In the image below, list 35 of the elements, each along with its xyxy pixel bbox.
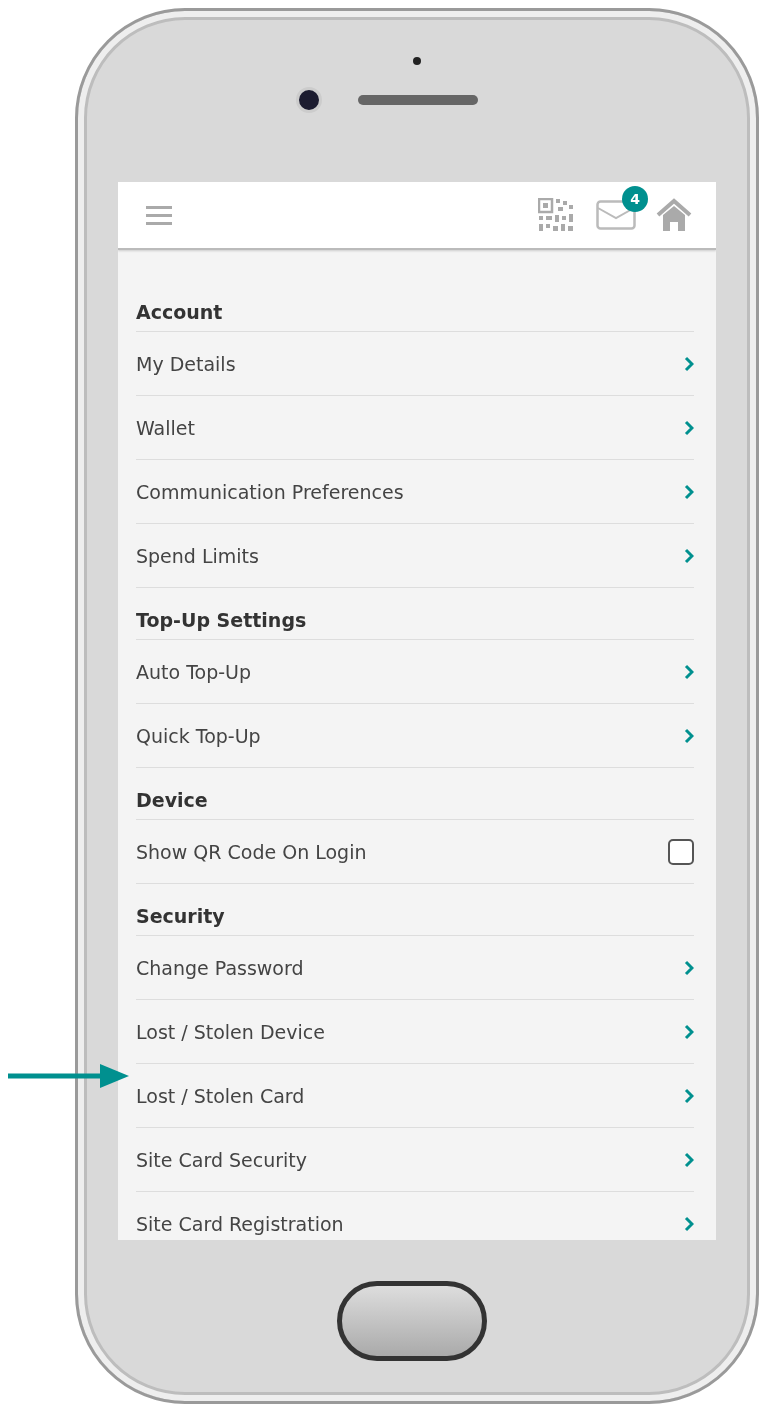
chevron-right-icon [684,1023,694,1040]
menu-item[interactable]: Lost / Stolen Card [136,1064,694,1128]
sensor-icon [413,57,421,65]
chevron-right-icon [684,547,694,564]
camera-icon [296,87,322,113]
menu-item[interactable]: Communication Preferences [136,460,694,524]
chevron-right-icon [684,727,694,744]
menu-item[interactable]: Change Password [136,936,694,1000]
section-heading: Account [136,280,694,332]
chevron-right-icon [684,1087,694,1104]
speaker-icon [358,95,478,105]
chevron-right-icon [684,483,694,500]
chevron-right-icon [684,663,694,680]
section-heading: Security [136,884,694,936]
checkbox[interactable] [668,838,694,865]
menu-item[interactable]: My Details [136,332,694,396]
menu-item[interactable]: Quick Top-Up [136,704,694,768]
menu-item[interactable]: Lost / Stolen Device [136,1000,694,1064]
qr-code-icon[interactable] [538,198,576,232]
chevron-right-icon [684,419,694,436]
notification-badge: 4 [622,186,648,212]
chevron-right-icon [684,959,694,976]
menu-item[interactable]: Auto Top-Up [136,640,694,704]
section-heading: Top-Up Settings [136,588,694,640]
setting-label: Show QR Code On Login [136,840,367,863]
home-icon[interactable] [656,198,692,232]
menu-icon[interactable] [146,203,174,227]
section-heading: Device [136,768,694,820]
chevron-right-icon [684,1151,694,1168]
menu-item[interactable]: Spend Limits [136,524,694,588]
menu-item[interactable]: Site Card Registration [136,1192,694,1240]
chevron-right-icon [684,1215,694,1232]
menu-item[interactable]: Wallet [136,396,694,460]
chevron-right-icon [684,355,694,372]
menu-item[interactable]: Site Card Security [136,1128,694,1192]
